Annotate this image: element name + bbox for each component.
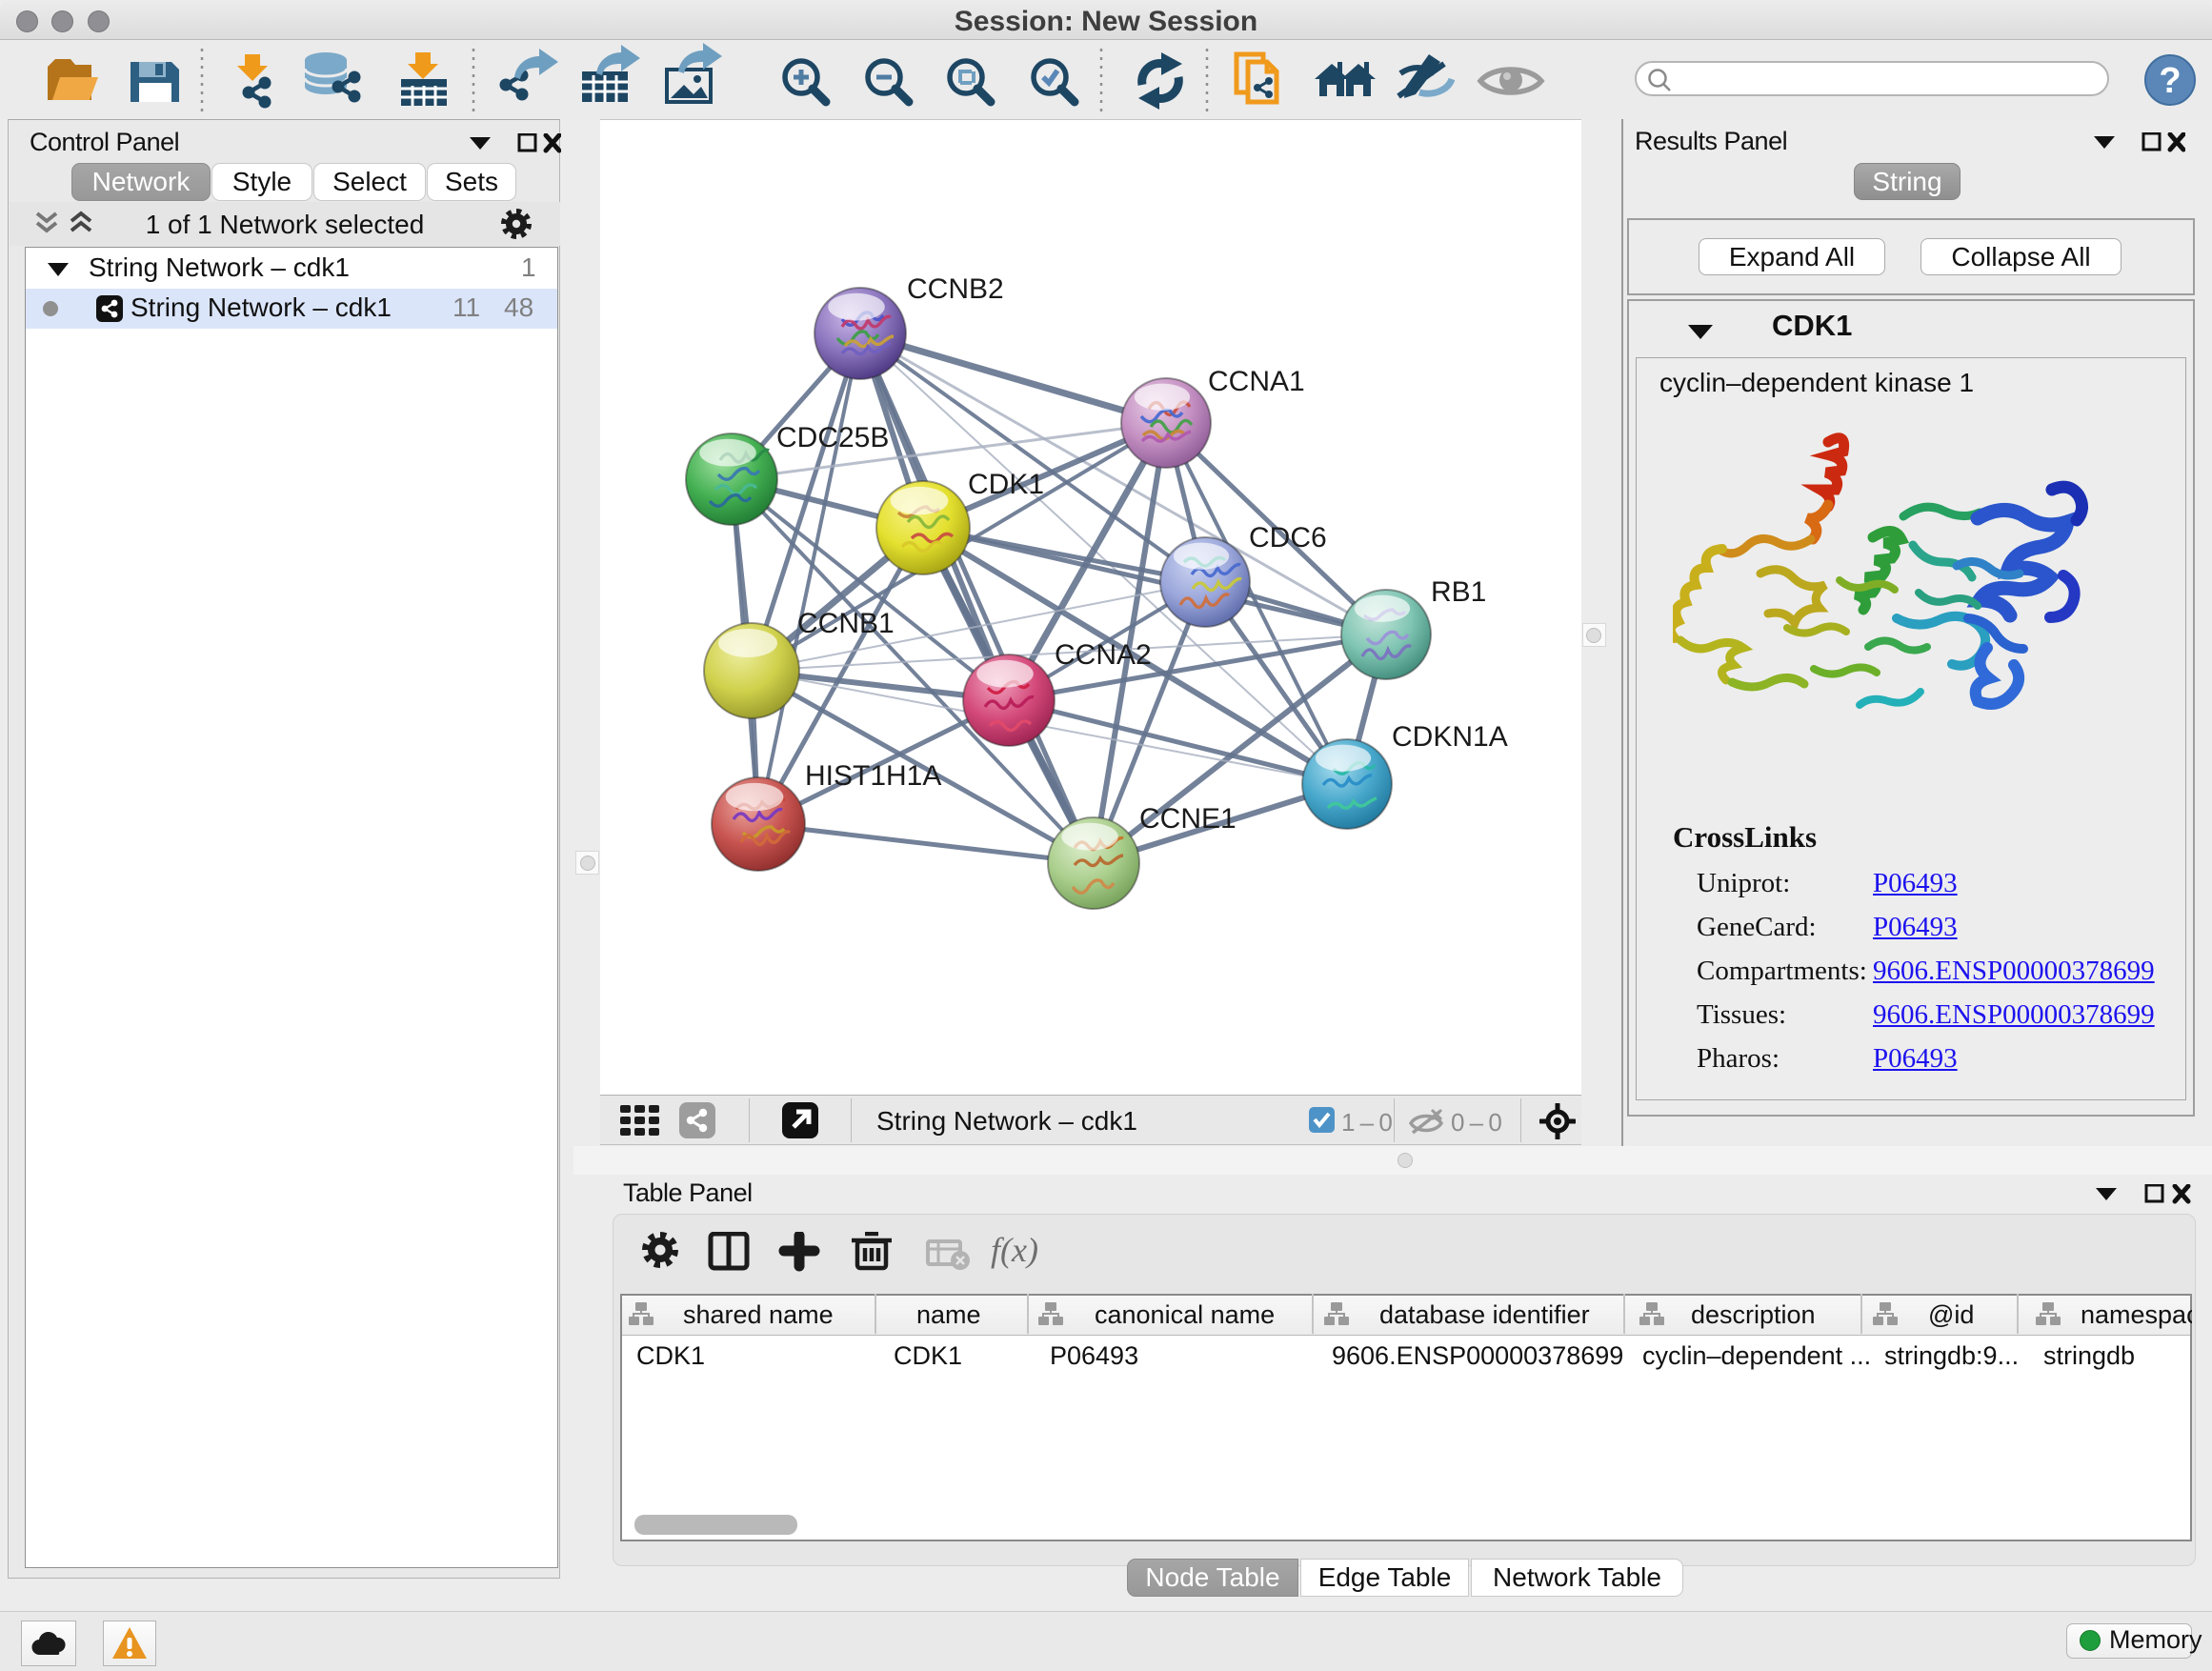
svg-text:shared name: shared name	[683, 1300, 834, 1329]
svg-text:name: name	[916, 1300, 981, 1329]
svg-text:namespac: namespac	[2081, 1300, 2192, 1329]
svg-text:HIST1H1A: HIST1H1A	[805, 760, 941, 792]
svg-text:CDC25B: CDC25B	[776, 422, 889, 453]
svg-text:CCNB1: CCNB1	[797, 608, 895, 639]
svg-text:CDC6: CDC6	[1249, 522, 1327, 554]
svg-text:canonical name: canonical name	[1095, 1300, 1275, 1329]
svg-text:stringdb:9...: stringdb:9...	[1884, 1341, 2019, 1370]
svg-text:RB1: RB1	[1431, 576, 1486, 608]
svg-text:cyclin–dependent ...: cyclin–dependent ...	[1642, 1341, 1871, 1370]
svg-text:@id: @id	[1928, 1300, 1974, 1329]
svg-text:CDK1: CDK1	[894, 1341, 962, 1370]
svg-text:stringdb: stringdb	[2043, 1341, 2135, 1370]
svg-text:CDK1: CDK1	[636, 1341, 705, 1370]
svg-text:description: description	[1691, 1300, 1816, 1329]
svg-text:CCNE1: CCNE1	[1139, 803, 1237, 835]
svg-text:database identifier: database identifier	[1379, 1300, 1590, 1329]
svg-text:CCNB2: CCNB2	[907, 273, 1004, 305]
svg-text:CDK1: CDK1	[968, 469, 1044, 500]
svg-text:P06493: P06493	[1050, 1341, 1138, 1370]
svg-text:?: ?	[2159, 61, 2181, 101]
svg-text:CDKN1A: CDKN1A	[1392, 721, 1508, 753]
svg-text:9606.ENSP00000378699: 9606.ENSP00000378699	[1332, 1341, 1623, 1370]
svg-text:CCNA2: CCNA2	[1055, 639, 1152, 671]
svg-text:CCNA1: CCNA1	[1208, 366, 1305, 397]
